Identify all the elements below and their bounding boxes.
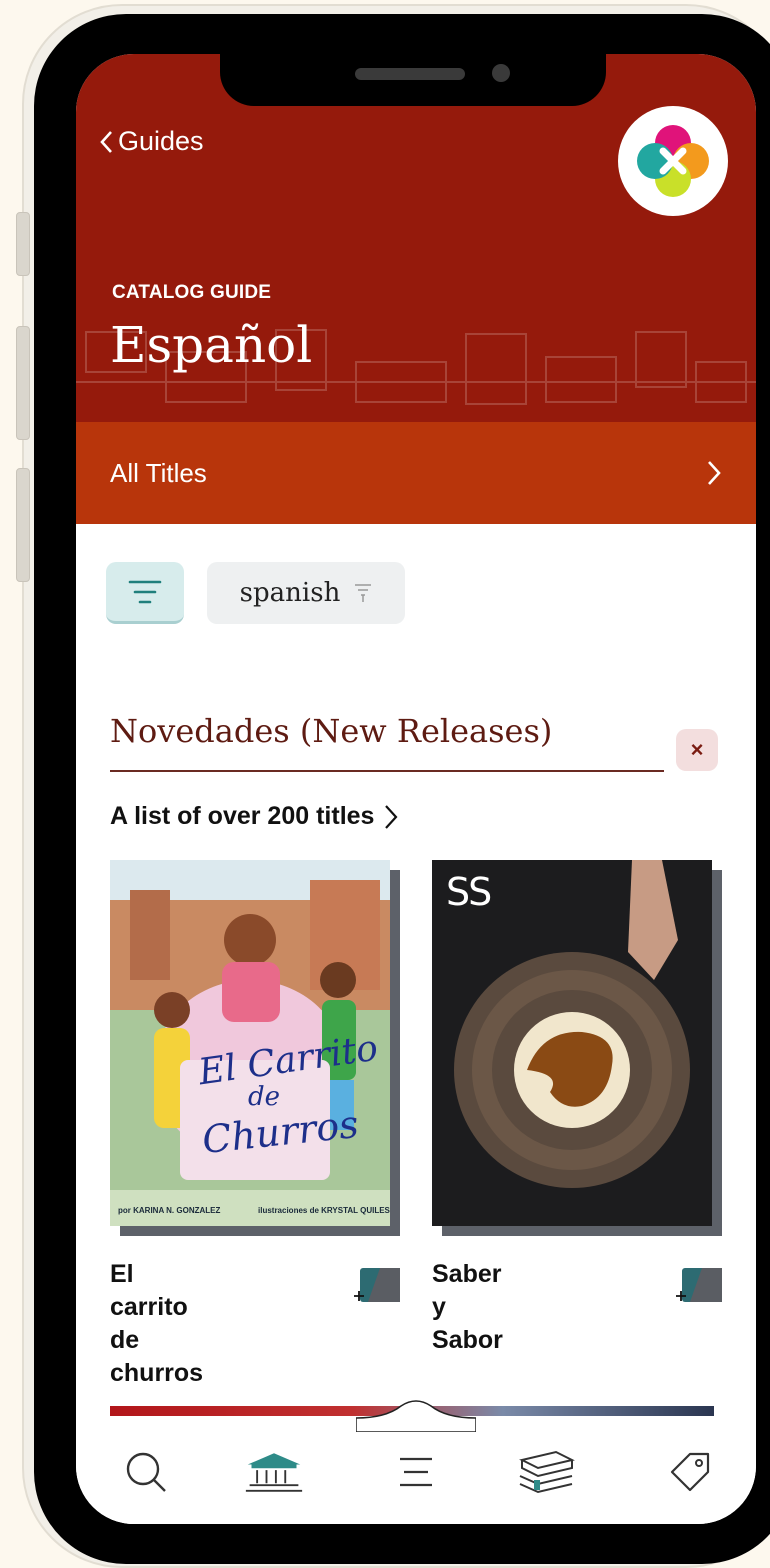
device-volume-up [16,326,30,440]
add-to-shelf-icon[interactable] [674,1266,724,1306]
device-mute-switch [16,212,30,276]
tab-search[interactable] [116,1442,176,1502]
title-list-link[interactable]: A list of over 200 titles [110,802,398,831]
cover-title-line2: de [248,1082,281,1112]
filter-chip-label: spanish [239,578,341,608]
cover-photo [432,860,712,1226]
chevron-right-icon [708,461,721,485]
book-title: Saber y Sabor [432,1260,503,1354]
all-titles-label: All Titles [110,457,207,488]
close-section-button[interactable]: × [676,729,718,771]
device-notch [220,54,606,106]
filter-lines-icon [128,580,162,603]
tab-library[interactable] [244,1442,304,1502]
cover-illustrator: ilustraciones de KRYSTAL QUILES [258,1206,390,1215]
tab-bar-notch [356,1400,476,1432]
tag-icon [670,1452,710,1492]
book-title: El carrito de churros [110,1258,203,1390]
book-cover-saber-y-sabor[interactable]: SS [432,860,712,1226]
back-to-guides-link[interactable]: Guides [98,126,204,157]
section-divider [110,770,664,772]
tab-shelf[interactable] [516,1442,576,1502]
speaker-grille [355,68,465,80]
menu-icon [400,1457,432,1487]
book-title-line1: El carrito de [110,1260,188,1354]
bottom-tab-bar [76,1416,756,1524]
section-title: Novedades (New Releases) [110,712,553,750]
add-to-shelf-icon[interactable] [352,1266,402,1306]
library-icon [245,1453,303,1492]
tab-tags[interactable] [660,1442,720,1502]
book-title-line2: churros [110,1359,204,1387]
front-camera [492,64,510,82]
search-icon [126,1452,166,1492]
guide-type-label: CATALOG GUIDE [112,282,272,303]
book-cover-el-carrito[interactable]: El Carrito de Churros por KARINA N. GONZ… [110,860,390,1226]
filter-menu-button[interactable] [106,562,184,624]
chevron-left-icon [100,130,112,153]
all-titles-row[interactable]: All Titles [76,422,756,524]
back-link-label: Guides [118,126,204,156]
title-list-label: A list of over 200 titles [110,802,375,830]
close-icon: × [690,737,704,762]
chevron-right-icon [385,804,398,829]
page-title: Español [110,316,313,374]
cover-author: por KARINA N. GONZALEZ [118,1206,221,1215]
shelf-icon [519,1450,575,1494]
device-volume-down [16,468,30,582]
app-screen: Guides CATALOG GUIDE Español All Titles … [76,54,756,1524]
guide-header: Guides CATALOG GUIDE Español [76,54,756,422]
library-logo[interactable] [618,106,728,216]
tab-menu[interactable] [386,1442,446,1502]
cover-logo: SS [446,870,492,914]
flower-logo-icon [637,125,709,197]
filter-chip-spanish[interactable]: spanish [207,562,405,624]
funnel-icon [355,584,372,602]
